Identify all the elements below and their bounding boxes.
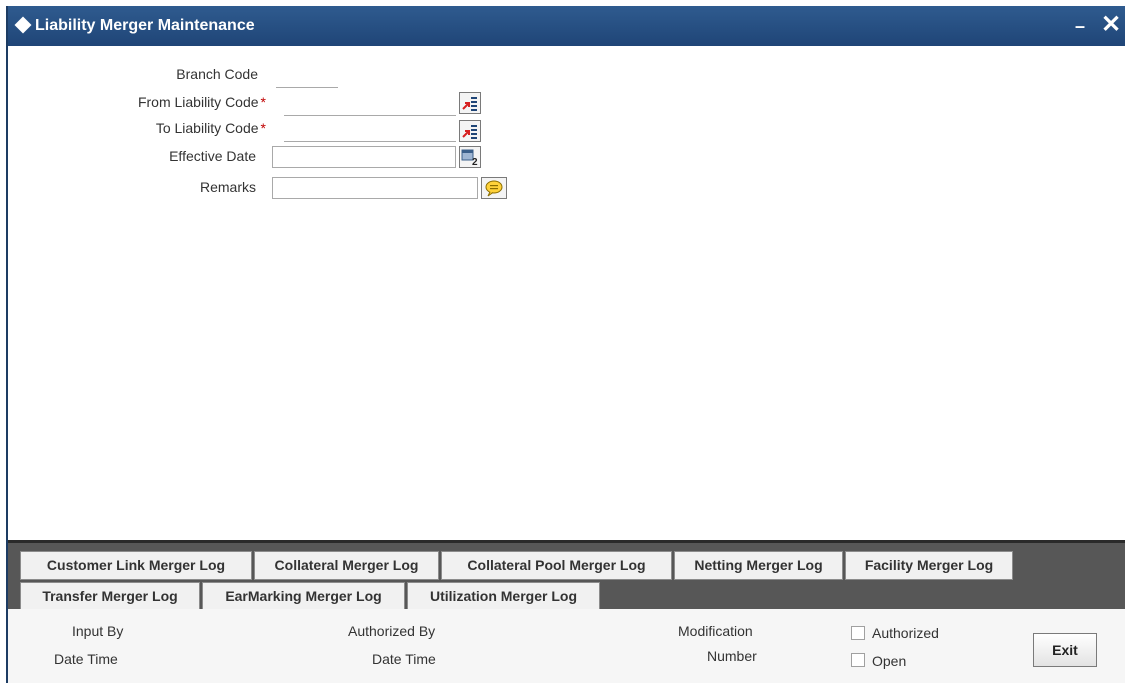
date-time-label: Date Time (54, 651, 118, 667)
to-liability-code-label-text: To Liability Code (155, 120, 259, 136)
speech-bubble-icon (485, 180, 503, 197)
tab-collateral-merger-log[interactable]: Collateral Merger Log (254, 551, 439, 580)
authorized-checkbox-label: Authorized (872, 625, 939, 641)
modification-label: Modification (678, 623, 753, 639)
tab-customer-link-merger-log[interactable]: Customer Link Merger Log (20, 551, 252, 580)
from-liability-code-label-text: From Liability Code (137, 94, 259, 110)
merger-log-tab-strip: Customer Link Merger Log Collateral Merg… (8, 543, 1125, 611)
audit-footer: Input By Date Time Authorized By Date Ti… (8, 609, 1125, 683)
open-checkbox-label: Open (872, 653, 907, 669)
effective-date-label-text: Effective Date (169, 148, 256, 164)
remarks-label: Remarks (48, 179, 256, 195)
to-liability-lov-button[interactable] (459, 120, 481, 142)
required-marker: * (260, 120, 266, 136)
list-of-values-icon (462, 97, 477, 111)
from-liability-lov-button[interactable] (459, 92, 481, 114)
svg-text:2: 2 (472, 157, 478, 166)
to-liability-code-label: To Liability Code * (48, 120, 266, 136)
tab-netting-merger-log[interactable]: Netting Merger Log (674, 551, 843, 580)
tab-transfer-merger-log[interactable]: Transfer Merger Log (20, 582, 200, 611)
exit-button[interactable]: Exit (1033, 633, 1097, 667)
from-liability-code-label: From Liability Code * (48, 94, 266, 110)
app-diamond-icon (14, 16, 32, 34)
to-liability-code-field[interactable] (284, 120, 456, 142)
effective-date-label: Effective Date (48, 148, 256, 164)
liability-merger-window: Liability Merger Maintenance – ✕ Branch … (6, 6, 1125, 683)
effective-date-field[interactable] (272, 146, 456, 168)
authorized-by-label: Authorized By (348, 623, 436, 639)
open-checkbox[interactable] (851, 653, 865, 667)
tab-facility-merger-log[interactable]: Facility Merger Log (845, 551, 1013, 580)
branch-code-field[interactable] (276, 66, 338, 88)
remarks-label-text: Remarks (199, 179, 256, 195)
from-liability-code-field[interactable] (284, 94, 456, 116)
remarks-field[interactable] (272, 177, 478, 199)
tab-utilization-merger-log[interactable]: Utilization Merger Log (407, 582, 600, 611)
calendar-icon: 2 (461, 149, 478, 166)
calendar-button[interactable]: 2 (459, 146, 481, 168)
required-marker: * (260, 94, 266, 110)
branch-code-label-text: Branch Code (176, 66, 258, 82)
minimize-icon[interactable]: – (1072, 17, 1088, 35)
window-title: Liability Merger Maintenance (35, 17, 255, 34)
close-icon[interactable]: ✕ (1100, 13, 1122, 37)
input-by-label: Input By (72, 623, 124, 639)
authorized-date-time-label: Date Time (372, 651, 436, 667)
title-bar: Liability Merger Maintenance – ✕ (8, 6, 1125, 46)
list-of-values-icon (462, 125, 477, 139)
remarks-button[interactable] (481, 177, 507, 199)
modification-number-label: Number (707, 648, 757, 664)
tab-collateral-pool-merger-log[interactable]: Collateral Pool Merger Log (441, 551, 672, 580)
tab-earmarking-merger-log[interactable]: EarMarking Merger Log (202, 582, 405, 611)
authorized-checkbox[interactable] (851, 626, 865, 640)
branch-code-label: Branch Code (68, 66, 258, 82)
